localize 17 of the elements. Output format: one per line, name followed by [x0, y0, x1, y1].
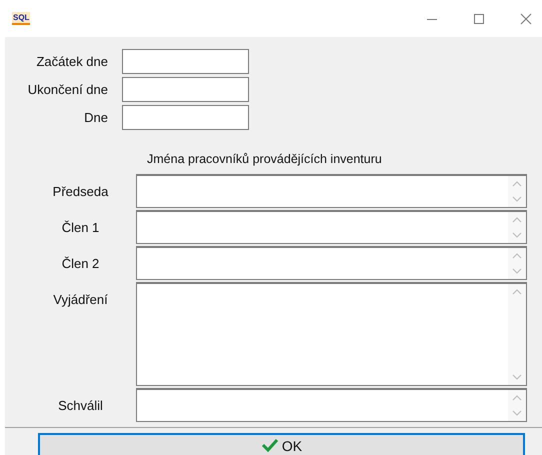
date-input-field[interactable]	[122, 77, 249, 102]
field-label: Předseda	[52, 183, 110, 199]
field-label: Vyjádření	[52, 291, 109, 307]
section-heading: Jména pracovníků provádějících inventuru	[147, 152, 383, 166]
date-input-field[interactable]	[122, 49, 249, 74]
ok-button[interactable]: OK	[38, 433, 525, 455]
field-label: Dne	[83, 110, 109, 125]
field-label: Člen 2	[60, 255, 100, 271]
app-logo-icon: SQL	[12, 12, 30, 25]
field-label: Schválil	[57, 397, 104, 413]
field-label: Člen 1	[60, 219, 100, 235]
close-icon[interactable]	[520, 12, 532, 24]
date-input-field[interactable]	[122, 105, 249, 130]
maximize-icon[interactable]	[473, 12, 485, 24]
field-label: Začátek dne	[35, 54, 109, 69]
field-label: Ukončení dne	[26, 82, 109, 97]
checkmark-icon	[260, 438, 279, 452]
